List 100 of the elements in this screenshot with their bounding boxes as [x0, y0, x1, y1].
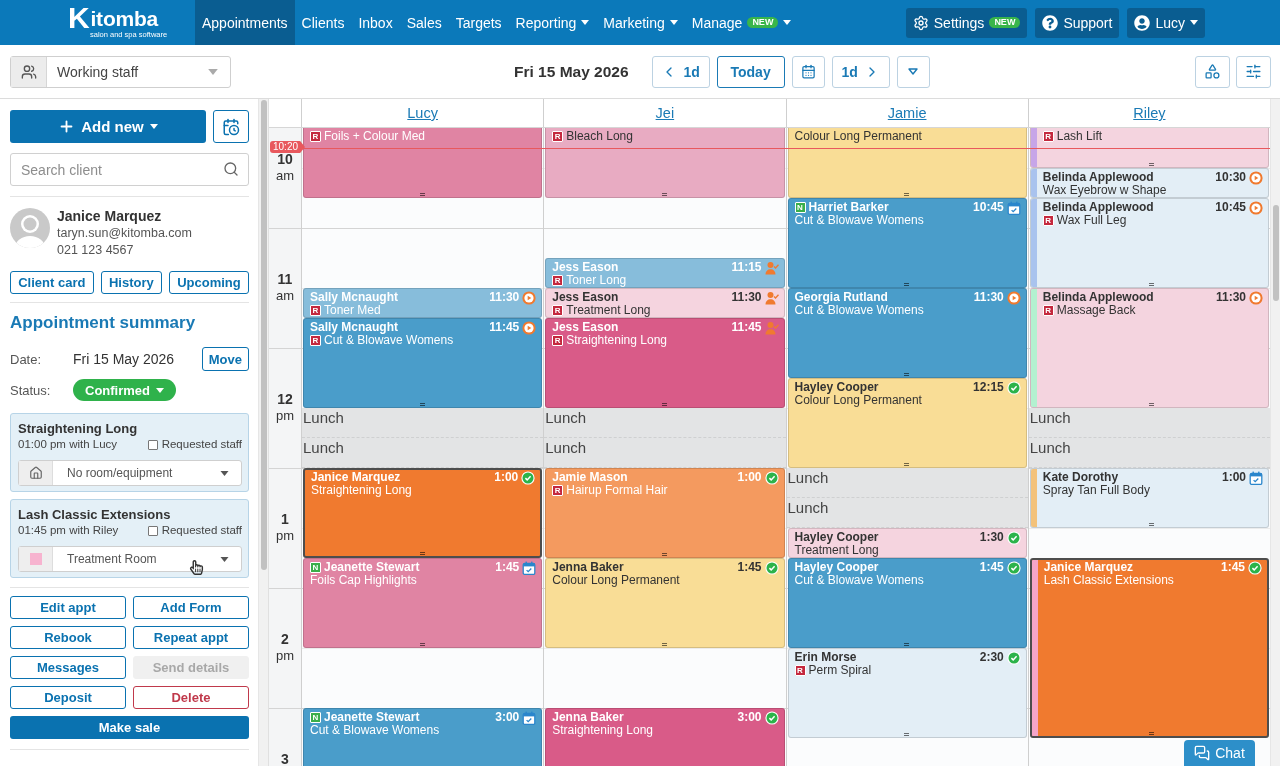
user-menu-button[interactable]: Lucy — [1127, 7, 1205, 38]
appointment-block[interactable]: Hayley Cooper 12:15 Colour Long Permanent — [787, 378, 1027, 468]
new-badge: NEW — [747, 17, 779, 28]
appointment-action-button[interactable]: Deposit — [10, 686, 126, 709]
service-name: Massage Back — [1056, 304, 1136, 317]
appointment-block[interactable]: Belinda Applewood 10:45 R Wax Full Leg — [1029, 198, 1269, 288]
grip-icon — [661, 553, 667, 556]
resources-button[interactable] — [1195, 55, 1230, 88]
client-name: Jenna Baker — [552, 561, 624, 574]
chat-bubbles-icon — [1194, 745, 1211, 761]
new-badge: NEW — [989, 17, 1021, 28]
client-action-button[interactable]: Client card — [10, 271, 94, 294]
settings-icon — [912, 14, 929, 31]
appointment-block[interactable]: Colour Long Permanent — [787, 128, 1027, 198]
requested-checkbox[interactable] — [147, 439, 158, 450]
letter-tag: R — [552, 131, 564, 142]
make-sale-button[interactable]: Make sale — [10, 716, 249, 739]
grip-icon — [661, 643, 667, 646]
appointment-block[interactable]: Jess Eason 11:45 R Straightening Long — [545, 318, 785, 408]
client-name: Jess Eason — [552, 321, 619, 334]
appointment-block[interactable]: Georgia Rutland 11:30 Cut & Blowave Womens — [787, 288, 1027, 378]
appointment-block[interactable]: Kate Dorothy 1:00 Spray Tan Full Body — [1029, 468, 1269, 528]
add-new-button[interactable]: Add new — [10, 110, 206, 143]
client-action-button[interactable]: Upcoming — [168, 271, 249, 294]
nav-tab[interactable]: Marketing — [596, 0, 685, 45]
appointment-block[interactable]: N Jeanette Stewart 1:45 Foils Cap Highlights — [303, 558, 543, 648]
nav-tab[interactable]: Clients — [294, 0, 352, 45]
next-day-button[interactable]: 1d — [831, 55, 890, 88]
status-dropdown[interactable]: Confirmed — [73, 379, 176, 401]
appointment-time: 11:30 — [973, 291, 1004, 304]
grip-icon — [1149, 163, 1155, 166]
service-name: Lash Lift — [1056, 130, 1103, 143]
appointment-block[interactable]: Belinda Applewood 11:30 R Massage Back — [1029, 288, 1269, 408]
appointment-block[interactable]: R Bleach Long — [545, 128, 785, 198]
appointment-block[interactable]: Erin Morse 2:30 R Perm Spiral — [787, 648, 1027, 738]
appointment-block[interactable]: Jess Eason 11:30 R Treatment Long — [545, 288, 785, 318]
service-name: Straightening Long — [311, 484, 412, 497]
previous-day-button[interactable]: 1d — [651, 55, 710, 88]
settings-sliders-button[interactable] — [1236, 55, 1271, 88]
service-name: Wax Full Leg — [1056, 214, 1127, 227]
appointment-block[interactable]: Janice Marquez 1:00 Straightening Long — [303, 468, 543, 558]
move-button[interactable]: Move — [201, 347, 249, 371]
appointment-block[interactable]: Belinda Applewood 10:30 Wax Eyebrow w Shape — [1029, 168, 1269, 198]
scrollbar-thumb[interactable] — [261, 100, 267, 570]
appointment-block[interactable]: Jamie Mason 1:00 R Hairup Formal Hair — [545, 468, 785, 558]
grip-icon — [1149, 403, 1155, 406]
view-options-button[interactable] — [896, 55, 930, 88]
nav-tab[interactable]: Manage NEW — [684, 0, 799, 45]
staff-name-link[interactable]: Jei — [655, 105, 675, 121]
settings-menu-button[interactable]: Settings NEW — [905, 7, 1028, 38]
calendar-clock-button[interactable] — [213, 110, 249, 143]
appointment-block[interactable]: Hayley Cooper 1:30 Treatment Long — [787, 528, 1027, 558]
resource-select[interactable]: Treatment Room — [18, 546, 242, 572]
today-button[interactable]: Today — [716, 55, 785, 88]
checkbox-label: Requested staff — [161, 523, 242, 538]
appointment-action-button[interactable]: Rebook — [10, 626, 126, 649]
service-name: Treatment Long — [794, 544, 879, 557]
staff-select[interactable]: Working staff — [10, 55, 231, 88]
client-action-button[interactable]: History — [100, 271, 162, 294]
nav-tab[interactable]: Reporting — [508, 0, 597, 45]
support-menu-button[interactable]: Support — [1035, 7, 1120, 38]
letter-tag: N — [794, 202, 806, 213]
service-name: Hairup Formal Hair — [566, 484, 668, 497]
appointment-time: 3:00 — [737, 711, 762, 724]
appointment-block[interactable]: Sally Mcnaught 11:30 R Toner Med — [303, 288, 543, 318]
requested-checkbox[interactable] — [147, 525, 158, 536]
service-name: Perm Spiral — [808, 664, 872, 677]
appointment-block[interactable]: Jenna Baker 1:45 Colour Long Permanent — [545, 558, 785, 648]
appointment-action-button[interactable]: Repeat appt — [133, 626, 249, 649]
appointment-block[interactable]: R Lash Lift — [1029, 128, 1269, 168]
staff-name-link[interactable]: Lucy — [407, 105, 438, 121]
appointment-action-button[interactable]: Edit appt — [10, 596, 126, 619]
appointment-block[interactable]: Jess Eason 11:15 R Toner Long — [545, 258, 785, 288]
scrollbar-thumb[interactable] — [1273, 205, 1279, 301]
appointment-block[interactable]: Jenna Baker 3:00 Straightening Long — [545, 708, 785, 766]
staff-name-link[interactable]: Riley — [1133, 105, 1166, 121]
staff-name-link[interactable]: Jamie — [887, 105, 927, 121]
nav-tab[interactable]: Targets — [448, 0, 509, 45]
client-name: Hayley Cooper — [794, 531, 879, 544]
search-field[interactable]: Search client — [10, 153, 249, 186]
appointment-block[interactable]: R Foils + Colour Med — [303, 128, 543, 198]
chat-button[interactable]: Chat — [1184, 740, 1255, 766]
appointment-block[interactable]: Janice Marquez 1:45 Lash Classic Extensions — [1029, 558, 1269, 738]
nav-tab[interactable]: Sales — [399, 0, 449, 45]
resource-select[interactable]: No room/equipment — [18, 460, 242, 486]
appointment-block[interactable]: Hayley Cooper 1:45 Cut & Blowave Womens — [787, 558, 1027, 648]
nav-tab[interactable]: Appointments — [195, 0, 295, 45]
appointment-time: 1:00 — [1221, 471, 1246, 484]
letter-tag: R — [310, 131, 321, 142]
appointment-time: 11:30 — [1215, 291, 1246, 304]
appointment-action-button[interactable]: Add Form — [133, 596, 249, 619]
appointment-block[interactable]: Sally Mcnaught 11:45 R Cut & Blowave Womens — [303, 318, 543, 408]
sliders-icon — [1245, 63, 1262, 80]
nav-tab[interactable]: Inbox — [351, 0, 400, 45]
appointment-block[interactable]: N Jeanette Stewart 3:00 Cut & Blowave Womens — [303, 708, 543, 766]
appointment-action-button[interactable]: Messages — [10, 656, 126, 679]
appointment-block[interactable]: N Harriet Barker 10:45 Cut & Blowave Womens — [787, 198, 1027, 288]
appointment-action-button[interactable]: Delete — [133, 686, 249, 709]
calendar-button[interactable] — [791, 55, 825, 88]
grip-icon — [661, 403, 667, 406]
